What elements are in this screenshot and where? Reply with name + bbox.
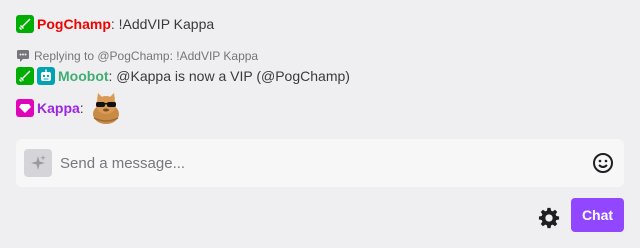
reply-icon xyxy=(17,50,29,62)
username[interactable]: PogChamp xyxy=(37,12,111,36)
chat-line: PogChamp : !AddVIP Kappa xyxy=(16,12,624,36)
separator: : xyxy=(79,100,84,116)
username[interactable]: Kappa xyxy=(37,92,80,124)
sword-icon xyxy=(19,18,31,30)
message-text: @Kappa is now a VIP (@PogChamp) xyxy=(112,68,350,84)
moderator-badge[interactable] xyxy=(16,67,34,85)
reply-text: Replying to @PogChamp: !AddVIP Kappa xyxy=(34,49,259,63)
chat-messages: PogChamp : !AddVIP Kappa Replying to @Po… xyxy=(16,12,624,124)
chat-line: Moobot : @Kappa is now a VIP (@PogChamp) xyxy=(16,64,624,88)
username[interactable]: Moobot xyxy=(58,64,109,88)
chat-input-bar[interactable]: Send a message... xyxy=(16,139,624,187)
chat-input[interactable]: Send a message... xyxy=(60,155,592,172)
chat-line: Kappa : xyxy=(16,92,624,124)
bot-badge[interactable] xyxy=(37,67,55,85)
gear-icon[interactable] xyxy=(538,207,560,229)
moderator-badge[interactable] xyxy=(16,15,34,33)
chat-send-button[interactable]: Chat xyxy=(571,198,624,232)
diamond-icon xyxy=(19,104,31,113)
message-text: !AddVIP Kappa xyxy=(114,16,215,32)
reply-context[interactable]: Replying to @PogChamp: !AddVIP Kappa xyxy=(16,48,624,64)
robot-icon xyxy=(41,69,51,81)
sparkle-icon[interactable] xyxy=(24,149,52,177)
smiley-icon[interactable] xyxy=(592,152,614,174)
sword-icon xyxy=(19,70,31,82)
sunglasses-cat-emote[interactable] xyxy=(90,92,122,124)
vip-badge[interactable] xyxy=(16,99,34,117)
